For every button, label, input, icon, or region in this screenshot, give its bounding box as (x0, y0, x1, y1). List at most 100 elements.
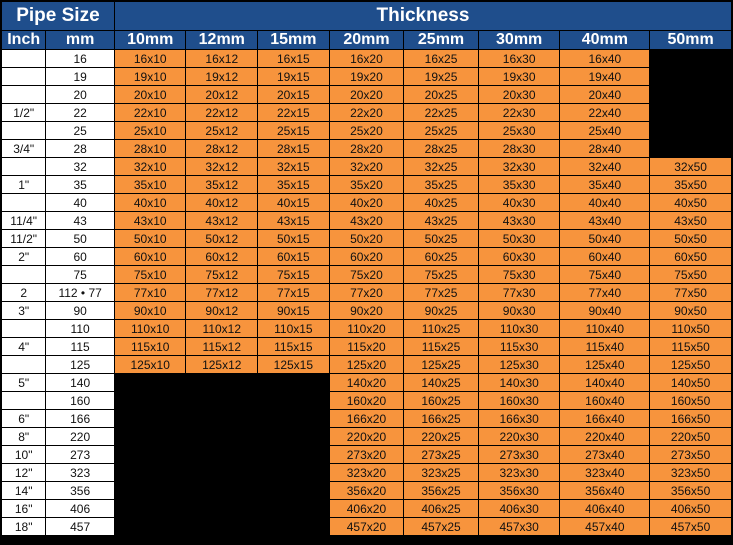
size-cell: 160x20 (329, 392, 404, 409)
size-cell: 35x12 (186, 176, 258, 193)
size-cell: 20x10 (114, 86, 186, 103)
thickness-column-header: 10mm (114, 31, 186, 49)
size-cell: 77x25 (404, 284, 478, 301)
table-row: 2" 60 60x10 60x12 60x15 60x20 60x25 60x30 60x40 6… (2, 248, 731, 265)
thickness-column-header: 30mm (478, 31, 560, 49)
size-cell: 19x20 (329, 68, 404, 85)
size-cell: 19x40 (560, 68, 650, 85)
size-cell: 273x50 (650, 446, 731, 463)
table-row: 11/2" 50 50x10 50x12 50x15 50x20 50x25 50x30 50x… (2, 230, 731, 247)
size-cell: 60x30 (478, 248, 560, 265)
mm-cell: 20 (46, 86, 114, 103)
size-cell: 220x20 (329, 428, 404, 445)
size-cell: 125x25 (404, 356, 478, 373)
size-cell: 115x50 (650, 338, 731, 355)
size-cell: 28x10 (114, 140, 186, 157)
size-cell: 115x40 (560, 338, 650, 355)
size-cell: 323x50 (650, 464, 731, 481)
inch-cell: 16" (2, 500, 46, 517)
size-cell: 356x25 (404, 482, 478, 499)
size-cell: 43x10 (114, 212, 186, 229)
size-cell: 140x25 (404, 374, 478, 391)
table-row: 16" 406 406x20 406x25 406x30 406x40 406x50 (2, 500, 731, 517)
table-row: 40 40x10 40x12 40x15 40x20 40x25 40x30 40x40 40x… (2, 194, 731, 211)
size-cell: 160x50 (650, 392, 731, 409)
table-row: 3" 90 90x10 90x12 90x15 90x20 90x25 90x30 90x40 9… (2, 302, 731, 319)
size-cell: 160x30 (478, 392, 560, 409)
empty-cell (650, 68, 731, 85)
size-cell: 60x10 (114, 248, 186, 265)
size-cell: 77x50 (650, 284, 731, 301)
size-cell: 115x10 (114, 338, 186, 355)
empty-cell (258, 518, 329, 535)
size-cell: 25x40 (560, 122, 650, 139)
size-cell: 125x12 (186, 356, 258, 373)
size-cell: 50x30 (478, 230, 560, 247)
size-cell: 32x40 (560, 158, 650, 175)
size-cell: 323x25 (404, 464, 478, 481)
size-cell: 90x50 (650, 302, 731, 319)
mm-cell: 90 (46, 302, 114, 319)
size-cell: 40x15 (258, 194, 329, 211)
inch-cell: 4" (2, 338, 46, 355)
inch-cell (2, 68, 46, 85)
empty-cell (650, 140, 731, 157)
size-cell: 90x15 (258, 302, 329, 319)
size-cell: 50x25 (404, 230, 478, 247)
size-cell: 16x30 (478, 50, 560, 67)
mm-cell: 75 (46, 266, 114, 283)
size-cell: 32x25 (404, 158, 478, 175)
size-cell: 60x20 (329, 248, 404, 265)
size-cell: 90x20 (329, 302, 404, 319)
size-cell: 35x30 (478, 176, 560, 193)
size-cell: 90x10 (114, 302, 186, 319)
size-cell: 16x15 (258, 50, 329, 67)
size-cell: 20x40 (560, 86, 650, 103)
size-cell: 60x12 (186, 248, 258, 265)
mm-cell: 35 (46, 176, 114, 193)
size-cell: 273x25 (404, 446, 478, 463)
size-cell: 323x30 (478, 464, 560, 481)
size-cell: 115x30 (478, 338, 560, 355)
mm-cell: 16 (46, 50, 114, 67)
mm-cell: 60 (46, 248, 114, 265)
size-cell: 32x12 (186, 158, 258, 175)
mm-cell: 32 (46, 158, 114, 175)
table-row: 110 110x10 110x12 110x15 110x20 110x25 110x30 1… (2, 320, 731, 337)
size-cell: 457x25 (404, 518, 478, 535)
empty-cell (186, 392, 258, 409)
size-cell: 22x20 (329, 104, 404, 121)
size-cell: 40x30 (478, 194, 560, 211)
inch-cell: 2 (2, 284, 46, 301)
empty-cell (114, 446, 186, 463)
empty-cell (258, 392, 329, 409)
size-cell: 19x25 (404, 68, 478, 85)
empty-cell (258, 410, 329, 427)
empty-cell (186, 464, 258, 481)
pipe-size-table-container: Pipe Size Thickness Inch mm 10mm 12mm 15mm… (0, 0, 733, 545)
size-cell: 125x10 (114, 356, 186, 373)
size-cell: 25x20 (329, 122, 404, 139)
size-cell: 160x40 (560, 392, 650, 409)
size-cell: 75x40 (560, 266, 650, 283)
size-cell: 110x30 (478, 320, 560, 337)
size-cell: 220x30 (478, 428, 560, 445)
empty-cell (114, 518, 186, 535)
size-cell: 273x30 (478, 446, 560, 463)
size-cell: 406x30 (478, 500, 560, 517)
size-cell: 28x20 (329, 140, 404, 157)
size-cell: 25x30 (478, 122, 560, 139)
size-cell: 220x25 (404, 428, 478, 445)
size-cell: 22x40 (560, 104, 650, 121)
table-row: 16 16x10 16x12 16x15 16x20 16x25 16x30 16x40 (2, 50, 731, 67)
size-cell: 20x30 (478, 86, 560, 103)
size-cell: 32x20 (329, 158, 404, 175)
thickness-column-header: 25mm (404, 31, 478, 49)
size-cell: 160x25 (404, 392, 478, 409)
inch-cell: 1" (2, 176, 46, 193)
mm-cell: 25 (46, 122, 114, 139)
mm-cell: 22 (46, 104, 114, 121)
size-cell: 125x20 (329, 356, 404, 373)
size-cell: 457x50 (650, 518, 731, 535)
mm-cell: 125 (46, 356, 114, 373)
